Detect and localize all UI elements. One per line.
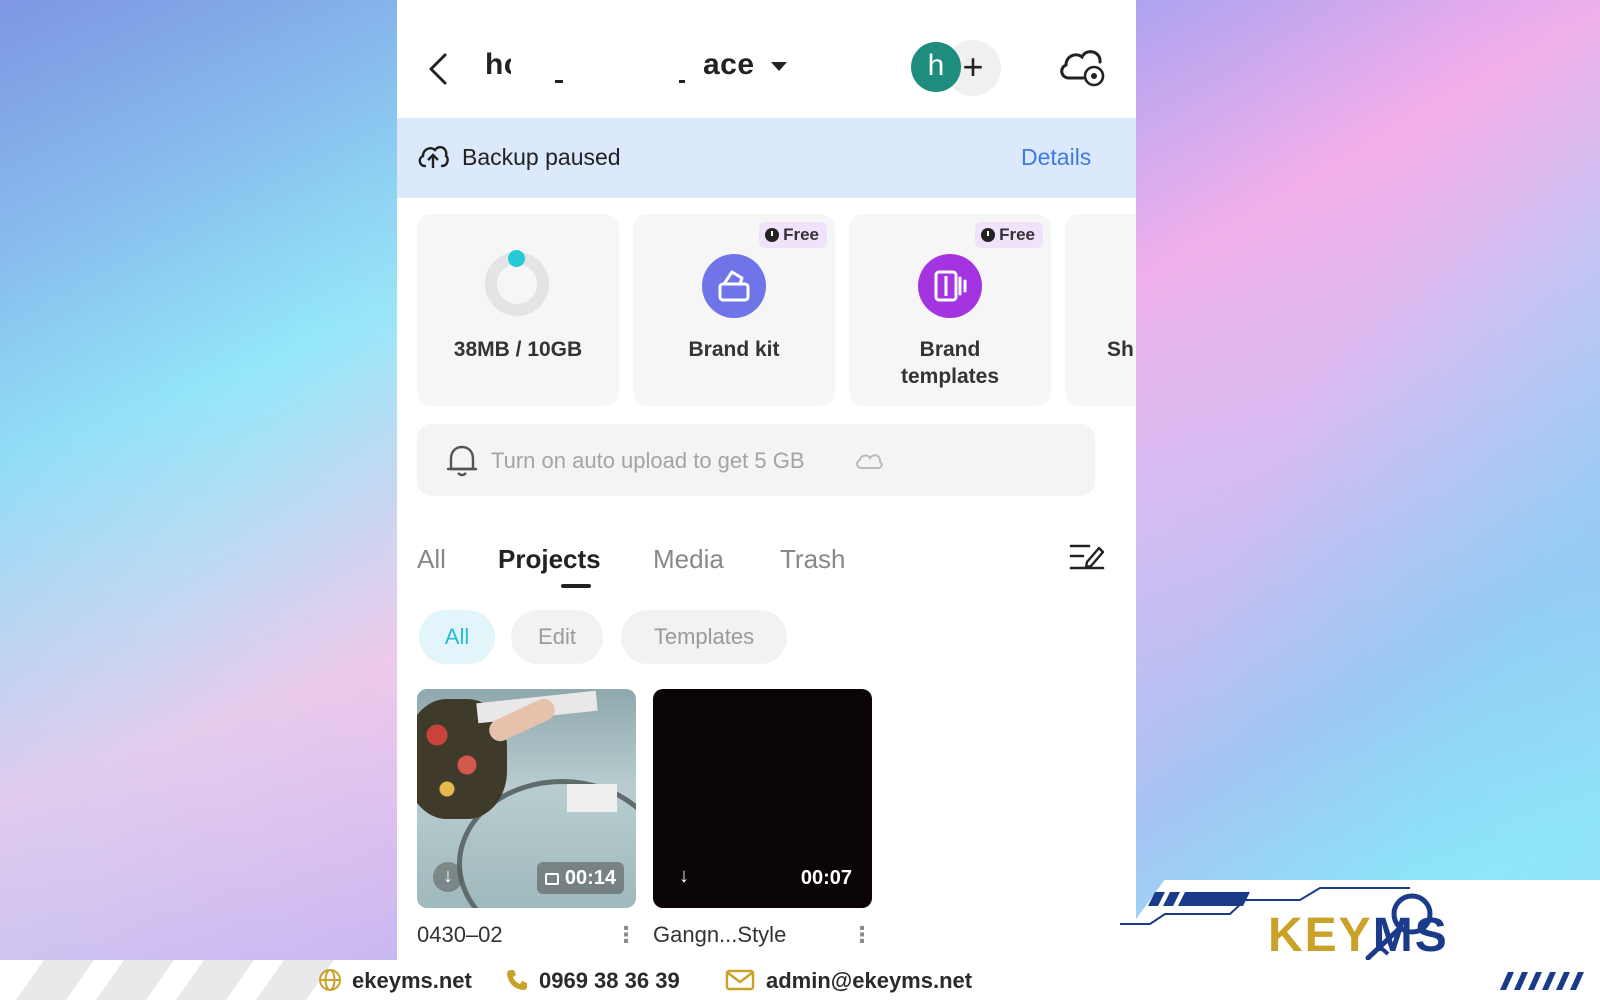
storage-card[interactable]: 38MB / 10GB — [417, 214, 619, 406]
brand-kit-card[interactable]: Free Brand kit — [633, 214, 835, 406]
chip-templates[interactable]: Templates — [621, 610, 787, 664]
bell-icon — [446, 445, 478, 477]
active-tab-indicator — [561, 584, 591, 588]
edit-list-icon[interactable] — [1069, 540, 1105, 574]
project-thumbnail[interactable]: ↓ 00:14 — [417, 689, 636, 908]
phone-icon — [507, 970, 527, 990]
top-bar: hc ace + h — [397, 0, 1136, 118]
free-badge: Free — [759, 222, 827, 248]
more-options-icon[interactable]: ⋮ — [851, 922, 873, 948]
globe-icon — [319, 969, 341, 991]
avatar[interactable]: h — [911, 42, 961, 92]
tab-all[interactable]: All — [417, 544, 446, 575]
backup-status-text: Backup paused — [462, 144, 621, 170]
project-name: Gangn...Style — [653, 922, 787, 947]
footer-email[interactable]: admin@ekeyms.net — [766, 968, 972, 994]
footer-website[interactable]: ekeyms.net — [352, 968, 472, 994]
chip-all[interactable]: All — [419, 610, 495, 664]
partial-card-label: Sh — [1107, 338, 1134, 361]
cloud-upload-icon — [418, 145, 449, 168]
clock-icon — [981, 228, 996, 242]
duration-badge: 00:14 — [536, 862, 624, 894]
auto-upload-banner[interactable]: Turn on auto upload to get 5 GB — [417, 424, 1095, 496]
clock-icon — [765, 228, 780, 242]
template-icon — [544, 873, 559, 885]
caret-down-icon — [771, 62, 787, 71]
tab-media[interactable]: Media — [653, 544, 724, 575]
free-badge: Free — [975, 222, 1043, 248]
project-name: 0430–02 — [417, 922, 503, 947]
storage-label: 38MB / 10GB — [453, 338, 583, 361]
background-right — [1136, 0, 1600, 1000]
brand-templates-card[interactable]: Free Brand templates — [849, 214, 1051, 406]
stripes-decoration-icon — [1500, 972, 1584, 990]
duration-badge: 00:07 — [800, 867, 852, 889]
workspace-name-suffix: ace — [703, 48, 755, 81]
details-link[interactable]: Details — [1021, 144, 1091, 171]
content-tabs: All Projects Media Trash — [417, 540, 1117, 590]
tab-projects[interactable]: Projects — [498, 544, 601, 575]
redacted-area — [511, 52, 701, 86]
partial-card[interactable]: Sh — [1065, 214, 1136, 406]
back-arrow-icon[interactable] — [425, 52, 453, 86]
chip-edit[interactable]: Edit — [511, 610, 603, 664]
download-icon[interactable]: ↓ — [669, 862, 699, 892]
key-icon — [1365, 893, 1433, 961]
cloud-icon — [856, 454, 883, 469]
brand-kit-label: Brand kit — [688, 338, 780, 361]
backup-status-bar: Backup paused Details — [397, 118, 1136, 198]
auto-upload-text: Turn on auto upload to get 5 GB — [491, 448, 805, 473]
brand-kit-icon — [702, 254, 766, 318]
feature-cards: 38MB / 10GB Free Brand kit Free Brand te… — [417, 214, 1136, 406]
background-left — [0, 0, 400, 1000]
app-screen: hc ace + h Backup paused Details 38MB / … — [397, 0, 1136, 960]
project-thumbnail[interactable]: ↓ 00:07 — [653, 689, 872, 908]
tab-trash[interactable]: Trash — [780, 544, 846, 575]
footer-phone[interactable]: 0969 38 36 39 — [539, 968, 680, 994]
mail-icon — [725, 969, 755, 991]
cloud-settings-icon[interactable] — [1057, 44, 1107, 90]
brand-templates-label: Brand templates — [900, 338, 1000, 388]
brand-templates-icon — [918, 254, 982, 318]
download-icon[interactable]: ↓ — [433, 862, 463, 892]
more-options-icon[interactable]: ⋮ — [615, 922, 637, 948]
